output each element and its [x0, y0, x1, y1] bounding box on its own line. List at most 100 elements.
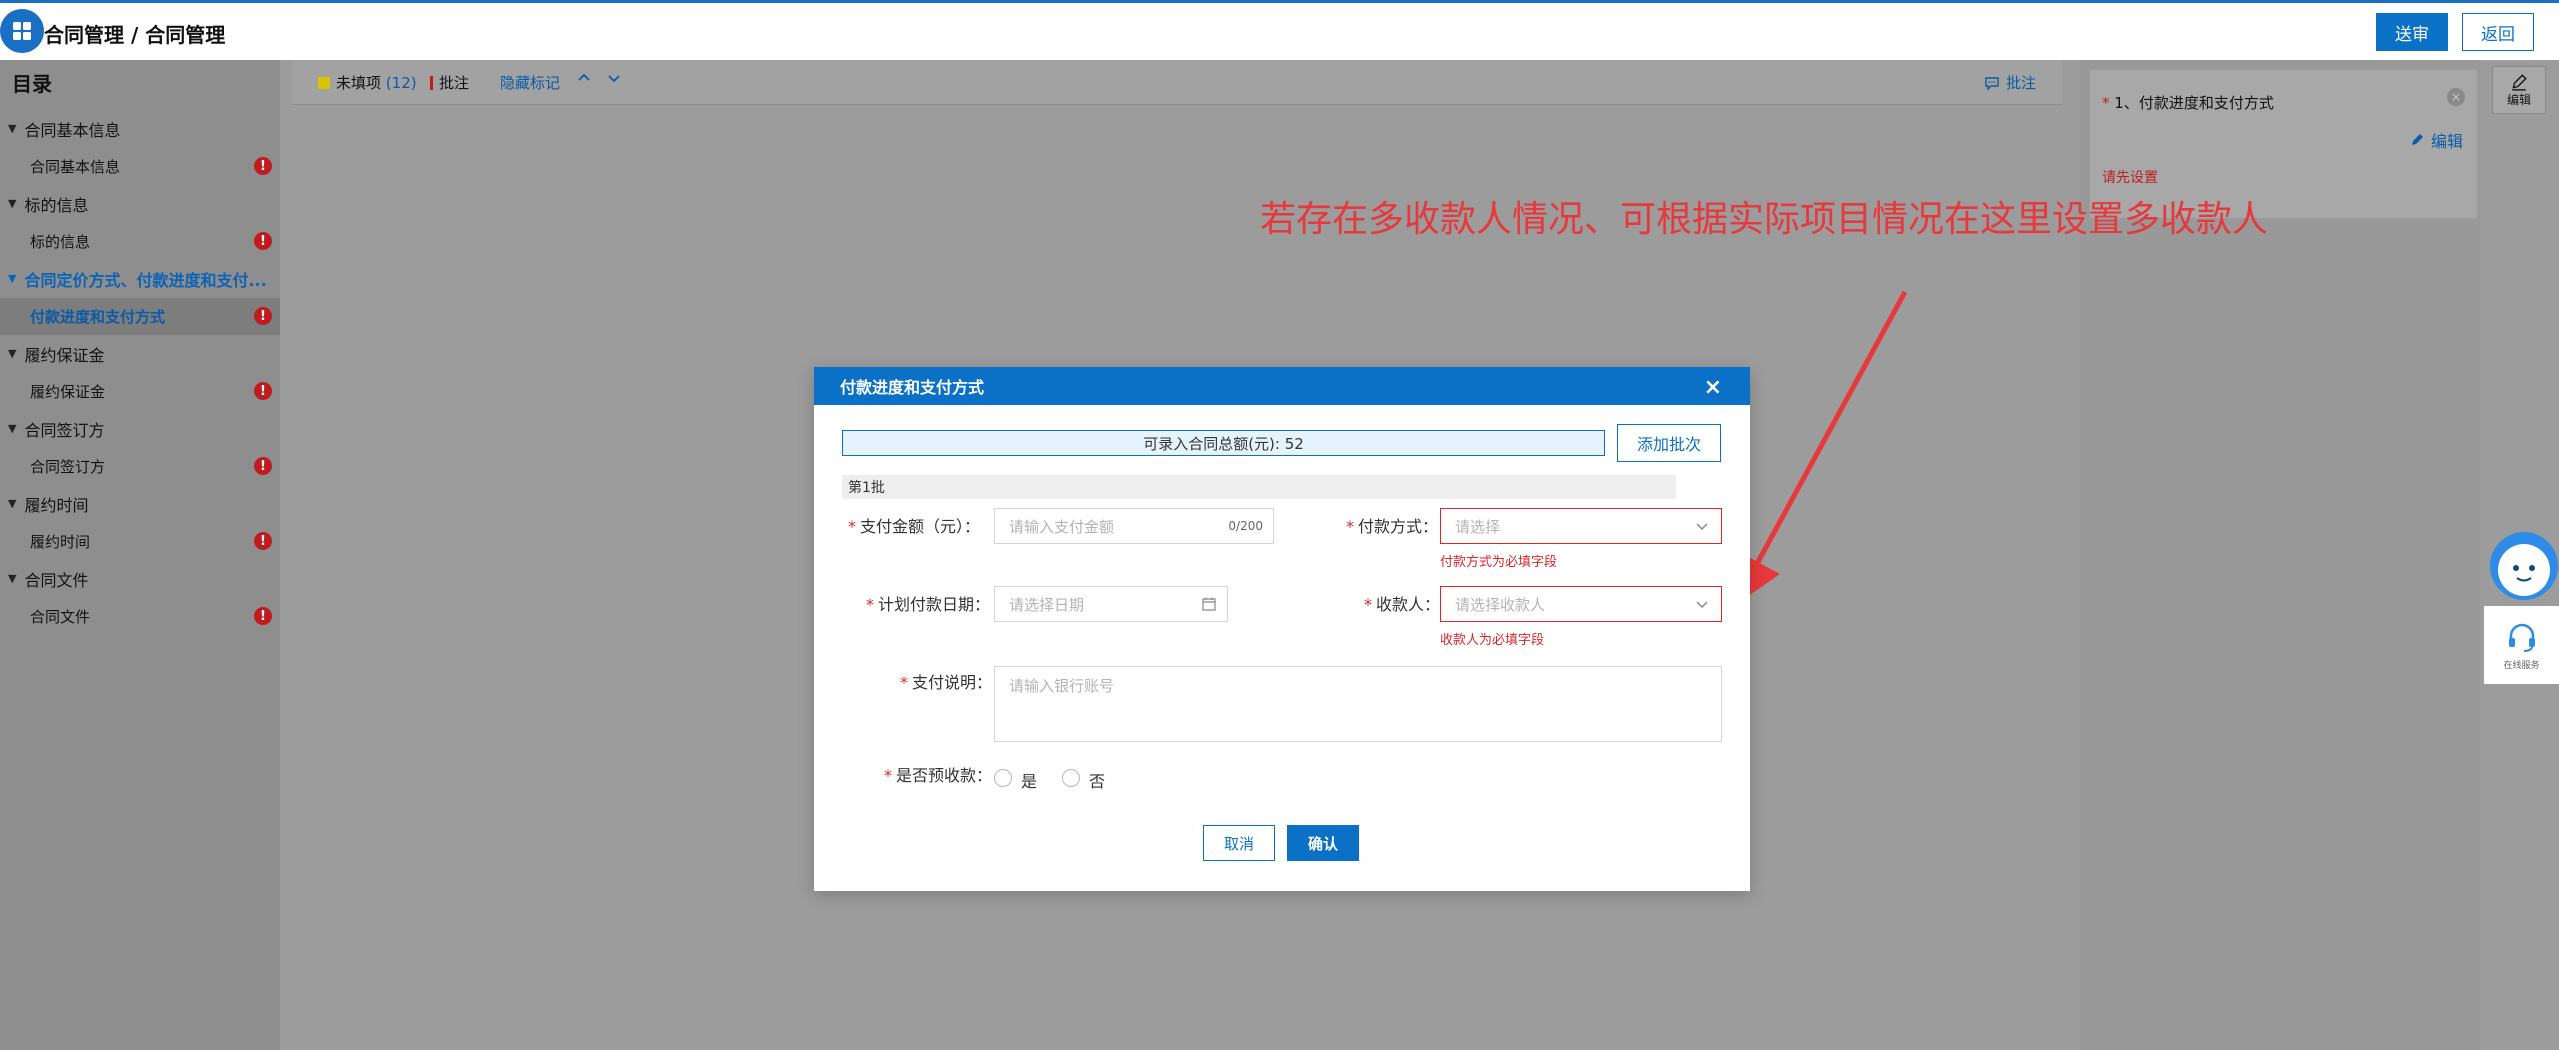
unfilled-filter[interactable]: 未填项 (12)	[318, 72, 417, 93]
toc-group-contract-files[interactable]: ▼ 合同文件	[0, 560, 280, 598]
submit-review-button[interactable]: 送审	[2376, 13, 2448, 51]
calendar-icon	[1202, 597, 1216, 611]
service-button[interactable]: 在线服务	[2484, 606, 2559, 684]
warning-icon: !	[254, 157, 272, 176]
toc-group-label: 标的信息	[24, 195, 89, 215]
caret-down-icon: ▼	[8, 497, 17, 511]
toc-item-performance-bond[interactable]: 履约保证金!	[0, 373, 280, 411]
chevron-down-icon[interactable]	[606, 70, 622, 86]
plan-date-label: * 计划付款日期：	[866, 591, 990, 615]
toc-item-contract-files[interactable]: 合同文件!	[0, 598, 280, 636]
payment-method-error: 付款方式为必填字段	[1440, 555, 1558, 570]
comment-button-label: 批注	[2006, 74, 2037, 92]
amount-input[interactable]: 请输入支付金额 0/200	[994, 508, 1274, 544]
close-icon[interactable]: ×	[1704, 375, 1722, 400]
required-mark: *	[900, 673, 908, 692]
yellow-square-icon	[318, 76, 330, 89]
toc-title: 目录	[12, 72, 52, 96]
dialog-title: 付款进度和支付方式	[840, 378, 985, 397]
prepay-no-radio[interactable]	[1062, 769, 1080, 787]
pencil-icon	[2411, 134, 2423, 145]
prepay-label-text: 是否预收款：	[896, 766, 993, 785]
amount-label: * 支付金额（元）：	[848, 513, 980, 537]
toc-group-label: 合同签订方	[24, 420, 105, 440]
hide-marks-link[interactable]: 隐藏标记	[500, 72, 560, 93]
service-label: 在线服务	[2503, 660, 2540, 671]
payment-method-select[interactable]: 请选择	[1440, 508, 1722, 544]
warning-icon: !	[254, 532, 272, 551]
toc-group-pricing-payment[interactable]: ▼ 合同定价方式、付款进度和支付...	[0, 260, 280, 298]
confirm-button[interactable]: 确认	[1287, 825, 1359, 861]
toc-item-basic-info[interactable]: 合同基本信息!	[0, 148, 280, 186]
required-mark: *	[884, 766, 892, 785]
pencil-icon	[2512, 73, 2527, 91]
payment-desc-label: * 支付说明：	[900, 669, 992, 693]
red-bar-icon	[430, 75, 433, 90]
payee-label-text: 收款人：	[1376, 595, 1441, 614]
instruction-annotation: 若存在多收款人情况、可根据实际项目情况在这里设置多收款人	[1260, 199, 2269, 240]
toc-group-signing-parties[interactable]: ▼ 合同签订方	[0, 410, 280, 448]
warning-icon: !	[254, 457, 272, 476]
toc-item-signing-parties[interactable]: 合同签订方!	[0, 448, 280, 486]
comment-icon	[1985, 76, 1999, 91]
toc-list: ▼ 合同基本信息 合同基本信息! ▼ 标的信息 标的信息! ▼ 合同定价方式、付款进度…	[0, 110, 280, 635]
required-mark: *	[1346, 517, 1354, 536]
app-grid-icon[interactable]	[0, 9, 44, 53]
payment-desc-label-text: 支付说明：	[912, 673, 993, 692]
online-service-widget[interactable]: 在线服务	[2484, 528, 2559, 688]
toc-group-performance-time[interactable]: ▼ 履约时间	[0, 485, 280, 523]
amount-char-counter: 0/200	[1228, 519, 1263, 533]
warning-icon: !	[254, 607, 272, 626]
toc-group-label: 合同定价方式、付款进度和支付...	[24, 270, 267, 290]
comment-button[interactable]: 批注	[1984, 72, 2036, 93]
caret-down-icon: ▼	[8, 272, 17, 286]
payment-method-placeholder: 请选择	[1455, 517, 1501, 536]
chevron-down-icon	[1696, 523, 1708, 531]
toc-item-label: 合同签订方	[30, 457, 106, 476]
document-toolbar: 未填项 (12) 批注 隐藏标记 批注	[292, 60, 2062, 105]
caret-down-icon: ▼	[8, 422, 17, 436]
plan-date-picker[interactable]: 请选择日期	[994, 586, 1228, 622]
caret-down-icon: ▼	[8, 122, 17, 136]
toc-item-subject-info[interactable]: 标的信息!	[0, 223, 280, 261]
unfilled-label: 未填项	[336, 74, 382, 92]
payee-error: 收款人为必填字段	[1440, 633, 1545, 648]
cancel-button[interactable]: 取消	[1203, 825, 1275, 861]
breadcrumb: 合同管理 / 合同管理	[44, 23, 226, 47]
toc-item-label: 履约保证金	[30, 382, 106, 401]
payment-method-label-text: 付款方式：	[1358, 517, 1439, 536]
annotation-filter[interactable]: 批注	[430, 72, 469, 93]
warning-icon: !	[254, 232, 272, 251]
amount-label-text: 支付金额（元）：	[860, 517, 981, 536]
toc-group-subject-info[interactable]: ▼ 标的信息	[0, 185, 280, 223]
plan-date-placeholder: 请选择日期	[1009, 595, 1085, 614]
plan-date-label-text: 计划付款日期：	[878, 595, 991, 614]
toc-panel: 目录 ▼ 合同基本信息 合同基本信息! ▼ 标的信息 标的信息! ▼ 合同定价方式、付…	[0, 60, 280, 1050]
top-bar: 合同管理 / 合同管理 送审 返回	[0, 0, 2559, 60]
payment-desc-textarea[interactable]: 请输入银行账号	[994, 666, 1722, 742]
edit-side-button[interactable]: 编辑	[2492, 66, 2546, 114]
toc-group-label: 履约时间	[24, 495, 89, 515]
close-circle-icon[interactable]: ×	[2447, 88, 2465, 106]
annotation-filter-label: 批注	[439, 74, 470, 92]
toc-item-label: 付款进度和支付方式	[30, 307, 166, 326]
back-button[interactable]: 返回	[2462, 13, 2534, 51]
toc-item-payment-schedule[interactable]: 付款进度和支付方式!	[0, 297, 280, 335]
toc-group-label: 合同基本信息	[24, 120, 121, 140]
prepay-label: * 是否预收款：	[884, 762, 992, 786]
add-batch-button[interactable]: 添加批次	[1617, 424, 1721, 462]
toc-group-performance-bond[interactable]: ▼ 履约保证金	[0, 335, 280, 373]
edit-side-label: 编辑	[2506, 92, 2531, 107]
comment-edit-button[interactable]: 编辑	[2409, 128, 2463, 152]
comment-edit-label: 编辑	[2430, 132, 2463, 151]
toc-group-basic-info[interactable]: ▼ 合同基本信息	[0, 110, 280, 148]
headset-icon	[2508, 623, 2535, 652]
toc-group-label: 合同文件	[24, 570, 89, 590]
prepay-yes-radio[interactable]	[994, 769, 1012, 787]
payee-select[interactable]: 请选择收款人	[1440, 586, 1722, 622]
toc-item-performance-time[interactable]: 履约时间!	[0, 523, 280, 561]
chevron-up-icon[interactable]	[576, 70, 592, 86]
caret-down-icon: ▼	[8, 572, 17, 586]
toc-item-label: 履约时间	[30, 532, 91, 551]
dialog-header: 付款进度和支付方式 ×	[814, 367, 1750, 405]
